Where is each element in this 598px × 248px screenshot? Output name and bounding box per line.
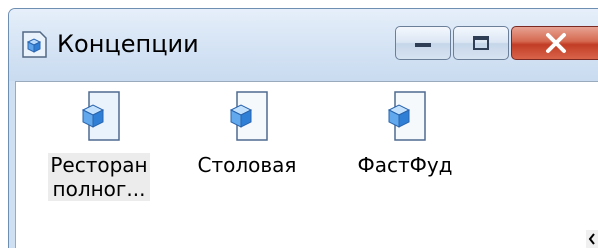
- scroll-left-button[interactable]: [586, 230, 598, 248]
- item-label: ФастФуд: [357, 153, 453, 177]
- list-item-fastfood[interactable]: ФастФуд: [350, 90, 460, 177]
- item-label: Столовая: [197, 153, 297, 177]
- items-view[interactable]: Ресторан полног... Столовая ФастФуд: [15, 81, 598, 248]
- list-item-restaurant[interactable]: Ресторан полног...: [44, 90, 154, 201]
- close-button[interactable]: [511, 26, 598, 60]
- title-bar[interactable]: Концепции: [9, 9, 598, 81]
- concepts-window: Концепции Ресторан полног... Столовая Фа…: [8, 8, 598, 248]
- minimize-button[interactable]: [395, 26, 451, 60]
- close-icon: [545, 33, 566, 53]
- item-label: Ресторан полног...: [48, 153, 150, 201]
- list-item-canteen[interactable]: Столовая: [192, 90, 302, 177]
- window-title: Концепции: [57, 30, 199, 58]
- minimize-icon: [415, 43, 431, 47]
- maximize-button[interactable]: [453, 26, 509, 60]
- scroll-left-arrow-icon: [588, 233, 595, 245]
- maximize-icon: [473, 36, 489, 50]
- cube-document-icon: [387, 91, 426, 141]
- cube-document-icon: [229, 91, 268, 141]
- cube-doc-icon: [22, 31, 47, 58]
- cube-document-icon: [81, 91, 120, 141]
